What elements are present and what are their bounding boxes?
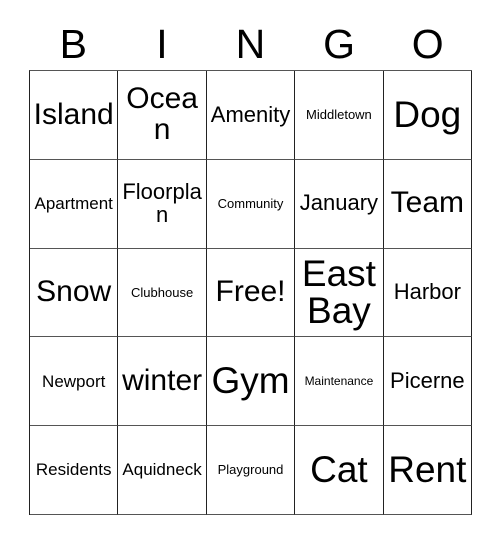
bingo-cell[interactable]: Harbor bbox=[383, 248, 473, 338]
bingo-cell[interactable]: Maintenance bbox=[295, 337, 384, 427]
bingo-cell[interactable]: Picerne bbox=[383, 337, 473, 427]
bingo-cell[interactable]: winter bbox=[118, 337, 207, 427]
header-letter-g: G bbox=[323, 20, 356, 67]
bingo-cell[interactable]: Rent bbox=[383, 426, 473, 515]
bingo-row: Newport winter Gym Maintenance Picerne bbox=[30, 337, 473, 427]
bingo-row: Snow Clubhouse Free! East Bay Harbor bbox=[30, 248, 473, 338]
header-letter-o: O bbox=[411, 20, 444, 67]
bingo-cell[interactable]: Amenity bbox=[206, 71, 296, 160]
bingo-cell[interactable]: Ocean bbox=[118, 71, 207, 160]
bingo-cell[interactable]: Playground bbox=[206, 426, 296, 515]
bingo-cell[interactable]: Middletown bbox=[295, 71, 384, 160]
bingo-cell[interactable]: Island bbox=[30, 71, 119, 160]
bingo-cell[interactable]: East Bay bbox=[295, 248, 384, 338]
bingo-cell[interactable]: Floorplan bbox=[118, 159, 207, 249]
bingo-cell[interactable]: Newport bbox=[30, 337, 119, 427]
bingo-cell[interactable]: Clubhouse bbox=[118, 248, 207, 338]
bingo-row: Island Ocean Amenity Middletown Dog bbox=[30, 71, 473, 160]
header-letter-b: B bbox=[59, 20, 87, 67]
bingo-cell[interactable]: Cat bbox=[295, 426, 384, 515]
bingo-cell[interactable]: Team bbox=[383, 159, 473, 249]
bingo-cell[interactable]: January bbox=[295, 159, 384, 249]
header-letter-n: N bbox=[235, 20, 266, 67]
bingo-header: B I N G O bbox=[29, 18, 472, 70]
bingo-row: Residents Aquidneck Playground Cat Rent bbox=[30, 426, 473, 515]
bingo-card: B I N G O Island Ocean Amenity Middletow… bbox=[0, 0, 500, 544]
bingo-cell[interactable]: Gym bbox=[206, 337, 296, 427]
bingo-cell[interactable]: Residents bbox=[30, 426, 119, 515]
bingo-cell[interactable]: Community bbox=[206, 159, 296, 249]
bingo-cell-free[interactable]: Free! bbox=[206, 248, 296, 338]
bingo-cell[interactable]: Dog bbox=[383, 71, 473, 160]
bingo-row: Apartment Floorplan Community January Te… bbox=[30, 159, 473, 249]
header-letter-i: I bbox=[156, 20, 168, 67]
bingo-cell[interactable]: Apartment bbox=[30, 159, 119, 249]
bingo-cell[interactable]: Snow bbox=[30, 248, 119, 338]
bingo-cell[interactable]: Aquidneck bbox=[118, 426, 207, 515]
bingo-grid: Island Ocean Amenity Middletown Dog Apar… bbox=[29, 70, 473, 515]
